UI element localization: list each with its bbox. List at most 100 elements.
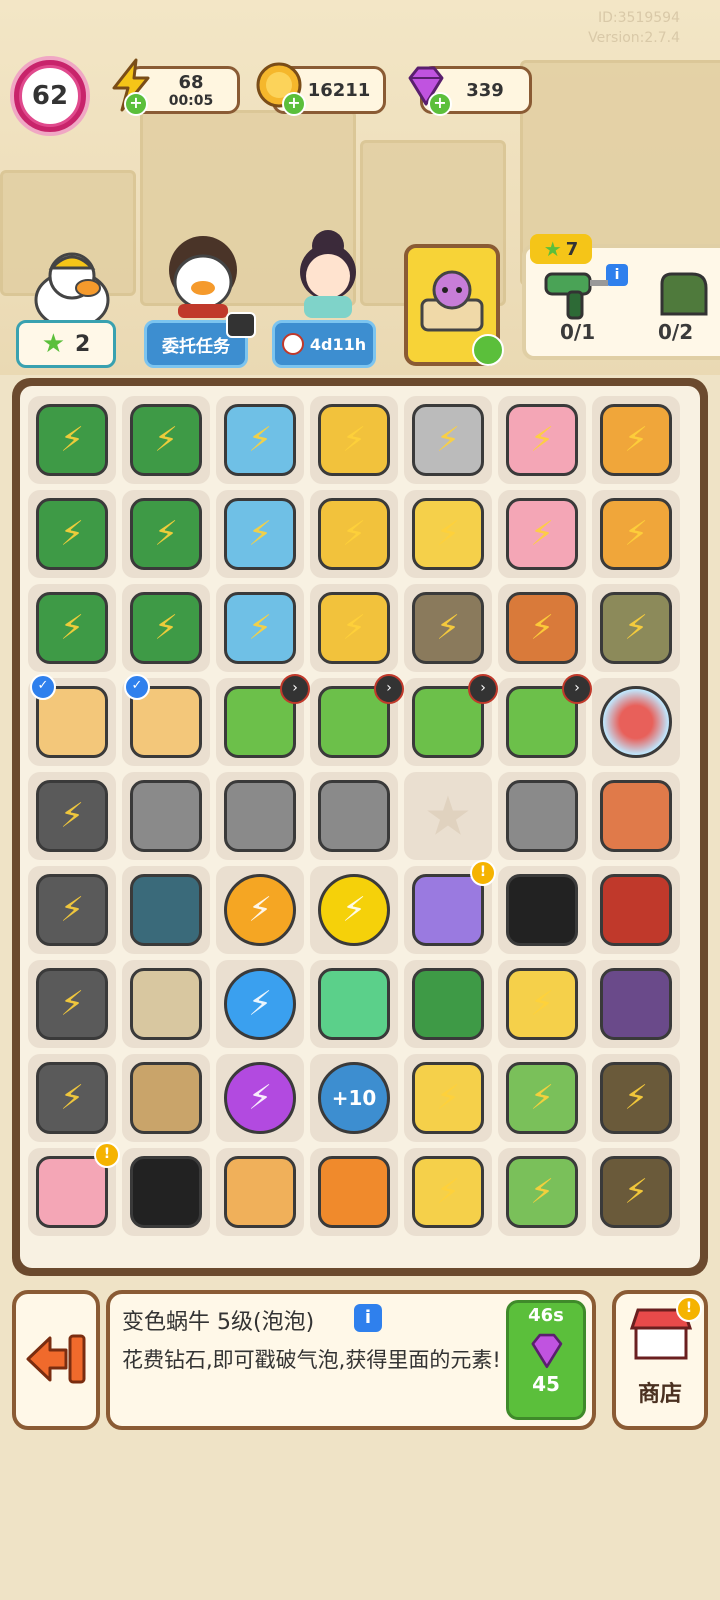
pop-bubble-button[interactable]: 46s 45 [506, 1300, 586, 1420]
board-cell[interactable] [216, 1148, 304, 1236]
board-cell[interactable]: ⚡ [28, 490, 116, 578]
board-cell[interactable] [592, 960, 680, 1048]
board-cell[interactable]: ⚡ [216, 960, 304, 1048]
duck-cart-icon: ⚡ [412, 1062, 484, 1134]
snail-yellow-icon [318, 780, 390, 852]
board-cell[interactable] [122, 866, 210, 954]
pink-fridge-open-icon: ⚡ [506, 498, 578, 570]
board-cell[interactable]: ⚡ [310, 584, 398, 672]
unicorn-float-icon [412, 874, 484, 946]
shop-button[interactable]: 商店 ! [612, 1290, 708, 1430]
board-cell[interactable]: ⚡ [592, 396, 680, 484]
board-cell[interactable]: ⚡ [28, 396, 116, 484]
board-cell[interactable]: +10 [310, 1054, 398, 1142]
princess-character[interactable] [278, 220, 378, 324]
board-cell[interactable]: ⚡ [216, 584, 304, 672]
item-info-panel: 变色蜗牛 5级(泡泡) i 花费钻石,即可戳破气泡,获得里面的元素! 46s 4… [106, 1290, 596, 1430]
board-cell[interactable]: ⚡ [28, 866, 116, 954]
gloves-icon [660, 272, 708, 316]
board-cell[interactable]: ⚡ [404, 1148, 492, 1236]
board-cell[interactable] [122, 1054, 210, 1142]
board-cell[interactable] [498, 772, 586, 860]
board-cell[interactable]: ⚡ [404, 1054, 492, 1142]
board-cell[interactable]: ⚡ [310, 866, 398, 954]
add-energy-button[interactable]: + [124, 92, 148, 116]
board-cell[interactable]: › [498, 674, 592, 766]
board-cell[interactable]: ★ [404, 772, 492, 860]
board-cell[interactable]: ⚡ [122, 584, 210, 672]
board-cell[interactable] [122, 1148, 210, 1236]
event-timer-badge[interactable]: 4d11h [272, 320, 376, 368]
board-cell[interactable]: ⚡ [310, 396, 398, 484]
order-panel[interactable]: ★ 7 i 0/1 0/2 [522, 234, 720, 360]
exit-button[interactable] [12, 1290, 100, 1430]
board-cell[interactable]: ⚡ [592, 584, 680, 672]
board-cell[interactable]: ⚡ [404, 396, 492, 484]
board-cell[interactable]: ⚡ [592, 1054, 680, 1142]
board-cell[interactable]: › [404, 674, 498, 766]
board-cell[interactable] [404, 960, 492, 1048]
board-cell[interactable]: ⚡ [498, 1054, 586, 1142]
board-cell[interactable]: ⚡ [122, 490, 210, 578]
board-cell[interactable]: ⚡ [28, 960, 116, 1048]
board-cell[interactable]: ⚡ [28, 772, 116, 860]
player-level-badge[interactable]: 62 [10, 56, 90, 136]
board-cell[interactable]: ✓ [122, 674, 210, 766]
board-cell[interactable]: ⚡ [216, 490, 304, 578]
expand-arrow-icon[interactable]: › [280, 674, 310, 704]
board-cell[interactable]: ⚡ [498, 490, 586, 578]
board-cell[interactable] [122, 772, 210, 860]
board-cell[interactable]: ⚡ [592, 1148, 680, 1236]
energy-orb-yellow-icon: ⚡ [318, 874, 390, 946]
board-cell[interactable]: ⚡ [122, 396, 210, 484]
board-cell[interactable]: ! [404, 860, 496, 954]
drill-icon [544, 272, 608, 320]
board-cell[interactable]: ⚡ [592, 490, 680, 578]
board-cell[interactable]: ⚡ [498, 396, 586, 484]
toolbox-closed-icon: ⚡ [36, 404, 108, 476]
order-progress-drill: 0/1 [560, 320, 596, 344]
board-cell[interactable]: ⚡ [498, 1148, 586, 1236]
board-cell[interactable] [498, 866, 586, 954]
board-cell[interactable] [592, 772, 680, 860]
board-cell[interactable]: ⚡ [404, 490, 492, 578]
board-cell[interactable]: ⚡ [28, 1054, 116, 1142]
board-cell[interactable] [122, 960, 210, 1048]
exit-icon [26, 1334, 86, 1384]
expand-arrow-icon[interactable]: › [468, 674, 498, 704]
add-coins-button[interactable]: + [282, 92, 306, 116]
energy-orb-blue-icon: ⚡ [224, 968, 296, 1040]
mortar-icon: ⚡ [412, 592, 484, 664]
board-cell[interactable]: ⚡ [310, 490, 398, 578]
board-cell[interactable]: ⚡ [498, 584, 586, 672]
energy-timer: 00:05 [168, 92, 214, 109]
add-gems-button[interactable]: + [428, 92, 452, 116]
sandbags-icon: ⚡ [600, 592, 672, 664]
board-cell[interactable]: ⚡ [404, 584, 492, 672]
board-cell[interactable] [310, 1148, 398, 1236]
board-cell[interactable] [216, 772, 304, 860]
clock-icon [281, 333, 304, 355]
builder-star-count: 2 [75, 331, 91, 357]
info-icon[interactable]: i [354, 1304, 382, 1332]
board-cell[interactable]: ⚡ [28, 584, 116, 672]
board-cell[interactable]: ⚡ [216, 1054, 304, 1142]
board-cell[interactable]: ✓ [28, 674, 116, 766]
expand-arrow-icon[interactable]: › [374, 674, 404, 704]
board-cell[interactable]: ⚡ [498, 960, 586, 1048]
board-cell[interactable]: › [216, 674, 310, 766]
board-cell[interactable]: ! [28, 1142, 120, 1236]
board-cell[interactable] [310, 960, 398, 1048]
order-star-count: 7 [565, 238, 579, 260]
empty-star-icon: ★ [423, 784, 473, 848]
board-cell[interactable] [592, 678, 680, 766]
board-cell[interactable]: ⚡ [216, 866, 304, 954]
expand-arrow-icon[interactable]: › [562, 674, 592, 704]
board-cell[interactable]: › [310, 674, 404, 766]
board-cell[interactable] [592, 866, 680, 954]
board-grid: ⚡ ⚡ ⚡ ⚡ ⚡ ⚡ ⚡ ⚡ ⚡ ⚡ ⚡ ⚡ ⚡ ⚡ ⚡ ⚡ ⚡ ⚡ ⚡ ⚡ ⚡ ✓ ✓ › › › › ⚡ ★ ⚡ ⚡ ⚡! ⚡ ⚡ ⚡ ⚡ ⚡ +1… [20, 386, 700, 1268]
board-cell[interactable]: ⚡ [216, 396, 304, 484]
board-cell[interactable] [310, 772, 398, 860]
shiba-icon [318, 1156, 390, 1228]
curly-duck-character[interactable] [148, 230, 258, 324]
